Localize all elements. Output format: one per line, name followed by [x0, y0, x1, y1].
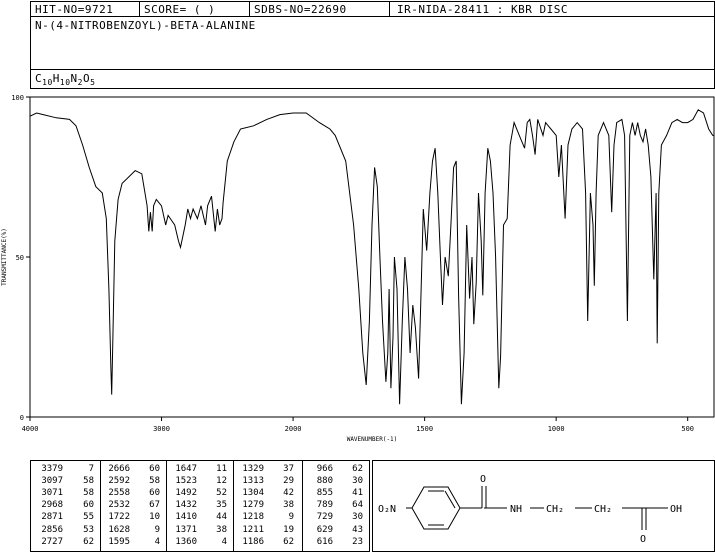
x-axis-label: WAVENUMBER(-1) [347, 436, 398, 443]
peak-transmittance: 30 [352, 512, 363, 523]
peak-wavenumber: 1218 [242, 512, 264, 523]
carbonyl-oxygen: O [480, 474, 486, 485]
peak-wavenumber: 2727 [41, 536, 63, 547]
peak-transmittance: 58 [83, 476, 94, 487]
spectrum-line [29, 109, 714, 405]
peak-wavenumber: 1186 [242, 536, 264, 547]
peak-transmittance: 35 [216, 500, 227, 511]
peak-wavenumber: 1329 [242, 464, 264, 474]
methylene-2: CH₂ [594, 504, 612, 515]
peak-transmittance: 4 [154, 536, 160, 547]
ir-spectrum-chart: 4000 3000 2000 1500 1000 500 0 50 100 WAVENUMBER(… [1, 94, 715, 443]
peak-transmittance: 60 [149, 464, 160, 474]
peak-wavenumber: 2856 [41, 524, 63, 535]
peak-transmittance: 62 [83, 536, 94, 547]
peak-transmittance: 12 [216, 476, 227, 487]
peak-transmittance: 19 [283, 524, 294, 535]
benzene-ring [411, 486, 461, 530]
peak-wavenumber: 789 [316, 500, 333, 511]
peak-transmittance: 67 [149, 500, 160, 511]
acid-oxygen: O [640, 534, 646, 545]
y-tick-label-100: 100 [11, 94, 24, 102]
x-tick-label-1000: 1000 [548, 425, 565, 433]
peak-wavenumber: 1279 [242, 500, 264, 511]
peak-wavenumber: 1595 [108, 536, 130, 547]
peak-wavenumber: 1492 [175, 488, 197, 499]
amide-nh: NH [510, 504, 522, 515]
peak-transmittance: 4 [221, 536, 227, 547]
peak-wavenumber: 1523 [175, 476, 197, 487]
methylene-1: CH₂ [546, 504, 564, 515]
peak-transmittance: 43 [352, 524, 363, 535]
peak-wavenumber: 3097 [41, 476, 63, 487]
peak-transmittance: 42 [283, 488, 294, 499]
peak-transmittance: 7 [88, 464, 94, 474]
y-tick-label-0: 0 [20, 414, 24, 422]
peak-wavenumber: 1304 [242, 488, 264, 499]
peak-wavenumber: 1211 [242, 524, 264, 535]
peak-wavenumber: 855 [316, 488, 333, 499]
peak-wavenumber: 2666 [108, 464, 130, 474]
peak-wavenumber: 1313 [242, 476, 264, 487]
peak-transmittance: 38 [283, 500, 294, 511]
chemical-structure: O₂N O NH CH₂ CH₂ O OH [378, 474, 682, 545]
peak-wavenumber: 1722 [108, 512, 130, 523]
peak-wavenumber: 1410 [175, 512, 197, 523]
peak-transmittance: 9 [288, 512, 294, 523]
peak-wavenumber: 2592 [108, 476, 130, 487]
peak-wavenumber: 2558 [108, 488, 130, 499]
peak-transmittance: 60 [83, 500, 94, 511]
peak-wavenumber: 2968 [41, 500, 63, 511]
peak-transmittance: 44 [216, 512, 227, 523]
peak-wavenumber: 2871 [41, 512, 63, 523]
peak-transmittance: 62 [283, 536, 294, 547]
peak-wavenumber: 3379 [41, 464, 63, 474]
peak-transmittance: 38 [216, 524, 227, 535]
y-tick-label-50: 50 [16, 254, 24, 262]
peak-transmittance: 55 [83, 512, 94, 523]
peak-transmittance: 60 [149, 488, 160, 499]
peak-wavenumber: 2532 [108, 500, 130, 511]
peak-wavenumber: 629 [316, 524, 333, 535]
peak-wavenumber: 966 [316, 464, 333, 474]
peak-transmittance: 52 [216, 488, 227, 499]
peak-wavenumber: 1432 [175, 500, 197, 511]
peak-wavenumber: 729 [316, 512, 333, 523]
peak-wavenumber: 616 [316, 536, 333, 547]
peak-wavenumber: 1371 [175, 524, 197, 535]
peak-transmittance: 62 [352, 464, 363, 474]
y-axis-label: TRANSMITTANCE(%) [1, 228, 8, 286]
x-tick-label-1500: 1500 [416, 425, 433, 433]
peak-transmittance: 30 [352, 476, 363, 487]
x-tick-label-4000: 4000 [22, 425, 39, 433]
peak-transmittance: 37 [283, 464, 294, 474]
peak-transmittance: 11 [216, 464, 227, 474]
peak-wavenumber: 1360 [175, 536, 197, 547]
peak-wavenumber: 1647 [175, 464, 197, 474]
peak-transmittance: 53 [83, 524, 94, 535]
peak-wavenumber: 3071 [41, 488, 63, 499]
peak-transmittance: 58 [149, 476, 160, 487]
peak-transmittance: 41 [352, 488, 363, 499]
x-tick-label-2000: 2000 [285, 425, 302, 433]
peak-transmittance: 29 [283, 476, 294, 487]
x-tick-label-3000: 3000 [153, 425, 170, 433]
peak-wavenumber: 1628 [108, 524, 130, 535]
peak-wavenumber: 880 [316, 476, 333, 487]
peak-transmittance: 10 [149, 512, 160, 523]
peak-transmittance: 64 [352, 500, 363, 511]
peak-transmittance: 9 [154, 524, 160, 535]
plot-frame [29, 96, 715, 418]
nitro-group: O₂N [378, 504, 396, 515]
peak-transmittance: 58 [83, 488, 94, 499]
x-tick-label-500: 500 [681, 425, 694, 433]
hydroxyl: OH [670, 504, 682, 515]
peak-transmittance: 23 [352, 536, 363, 547]
